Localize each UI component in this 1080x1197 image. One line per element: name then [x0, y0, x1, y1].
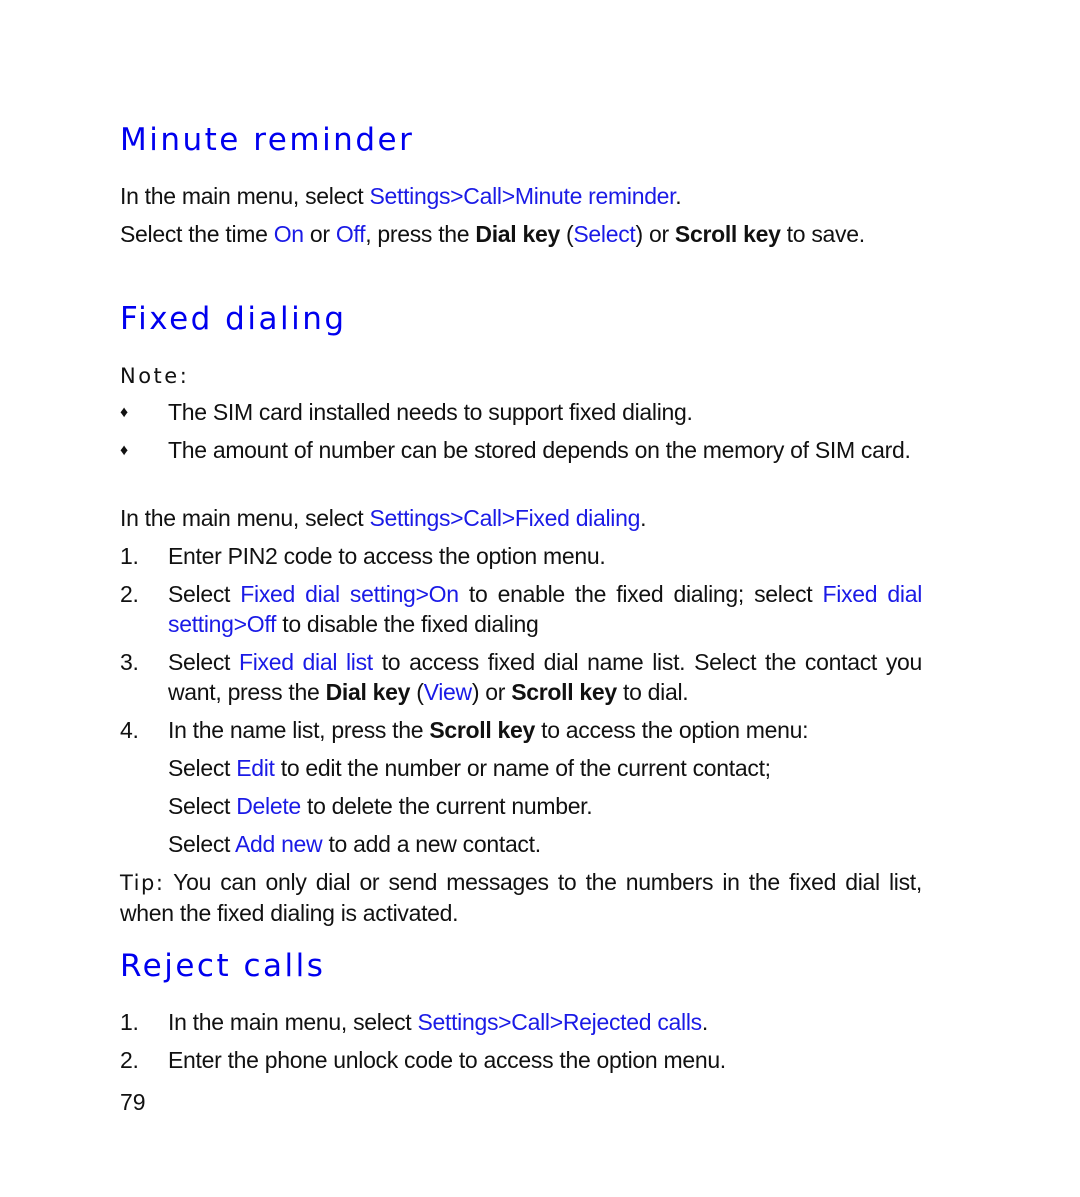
scroll-key-label: Scroll key [511, 679, 617, 705]
bullet-text: The SIM card installed needs to support … [168, 399, 693, 425]
fixed-dial-setting-on-link[interactable]: Fixed dial setting>On [240, 581, 459, 607]
edit-link[interactable]: Edit [236, 755, 275, 781]
sub-item-edit: Select Edit to edit the number or name o… [168, 753, 771, 783]
page-number: 79 [120, 1089, 146, 1115]
text: . [675, 183, 682, 209]
dial-key-label: Dial key [325, 679, 411, 705]
view-link[interactable]: View [424, 679, 473, 705]
text: , press the [365, 221, 476, 247]
step-text: Select Fixed dial list to access fixed d… [168, 647, 922, 707]
text: In the main menu, select [120, 183, 370, 209]
step-text: Select Fixed dial setting>On to enable t… [168, 579, 922, 639]
step-number: 3. [120, 649, 139, 675]
menu-path-link[interactable]: Settings>Call>Fixed dialing [369, 505, 640, 531]
text: to disable the fixed dialing [276, 611, 539, 637]
text: . [640, 505, 647, 531]
bullet-item: ♦ The amount of number can be stored dep… [120, 435, 922, 465]
heading-fixed-dialing: Fixed dialing [120, 301, 347, 337]
text: Select [168, 581, 241, 607]
step-number: 1. [120, 1009, 139, 1035]
option-select[interactable]: Select [573, 221, 635, 247]
step-text: Enter PIN2 code to access the option men… [168, 543, 606, 569]
step-text: Enter the phone unlock code to access th… [168, 1047, 726, 1073]
add-new-link[interactable]: Add new [235, 831, 323, 857]
text: ( [559, 221, 574, 247]
tip-text: You can only dial or send messages to th… [120, 869, 922, 926]
step-number: 4. [120, 717, 139, 743]
step-text: In the main menu, select Settings>Call>R… [168, 1007, 922, 1037]
step-number: 1. [120, 543, 139, 569]
text: Select the time [120, 221, 274, 247]
text: In the main menu, select [168, 1009, 418, 1035]
bullet-text: The amount of number can be stored depen… [168, 437, 911, 463]
heading-reject-calls: Reject calls [120, 948, 326, 984]
bullet-item: ♦ The SIM card installed needs to suppor… [120, 397, 922, 427]
minute-instructions: Select the time On or Off, press the Dia… [120, 219, 922, 249]
text: to add a new contact. [322, 831, 541, 857]
text: or [303, 221, 336, 247]
step-number: 2. [120, 581, 139, 607]
text: . [701, 1009, 708, 1035]
step-4: 4. In the name list, press the Scroll ke… [120, 715, 922, 745]
diamond-bullet-icon: ♦ [120, 404, 128, 421]
step-3: 3. Select Fixed dial list to access fixe… [120, 647, 922, 707]
text: ) or [635, 221, 675, 247]
tip-label: Tip: [120, 871, 165, 895]
option-off[interactable]: Off [336, 221, 366, 247]
menu-path-link[interactable]: Settings>Call>Rejected calls [417, 1009, 702, 1035]
step-2: 2. Select Fixed dial setting>On to enabl… [120, 579, 922, 639]
heading-minute-reminder: Minute reminder [120, 122, 415, 158]
text: In the main menu, select [120, 505, 370, 531]
step-1: 1. Enter PIN2 code to access the option … [120, 541, 922, 571]
text: Select [168, 831, 235, 857]
scroll-key-label: Scroll key [674, 221, 781, 247]
text: to delete the current number. [300, 793, 593, 819]
delete-link[interactable]: Delete [236, 793, 301, 819]
text: Select [168, 755, 237, 781]
fixed-menu-path: In the main menu, select Settings>Call>F… [120, 503, 922, 533]
step-text: In the name list, press the Scroll key t… [168, 715, 922, 745]
tip-paragraph: Tip: You can only dial or send messages … [120, 867, 922, 928]
sub-item-add-new: Select Add new to add a new contact. [168, 829, 541, 859]
minute-menu-path: In the main menu, select Settings>Call>M… [120, 181, 922, 211]
sub-item-delete: Select Delete to delete the current numb… [168, 791, 593, 821]
text: to access the option menu: [535, 717, 809, 743]
step-number: 2. [120, 1047, 139, 1073]
text: Select [168, 649, 239, 675]
note-label: Note: [120, 364, 190, 388]
option-on[interactable]: On [274, 221, 304, 247]
text: to save. [780, 221, 865, 247]
text: to dial. [616, 679, 689, 705]
text: to edit the number or name of the curren… [274, 755, 771, 781]
menu-path-link[interactable]: Settings>Call>Minute reminder [369, 183, 675, 209]
text: to enable the fixed dialing; select [458, 581, 823, 607]
reject-step-1: 1. In the main menu, select Settings>Cal… [120, 1007, 922, 1037]
dial-key-label: Dial key [475, 221, 560, 247]
text: In the name list, press the [168, 717, 430, 743]
scroll-key-label: Scroll key [429, 717, 536, 743]
text: ) or [471, 679, 512, 705]
text: Select [168, 793, 237, 819]
reject-step-2: 2. Enter the phone unlock code to access… [120, 1045, 922, 1075]
text: ( [410, 679, 424, 705]
diamond-bullet-icon: ♦ [120, 442, 128, 459]
fixed-dial-list-link[interactable]: Fixed dial list [239, 649, 373, 675]
